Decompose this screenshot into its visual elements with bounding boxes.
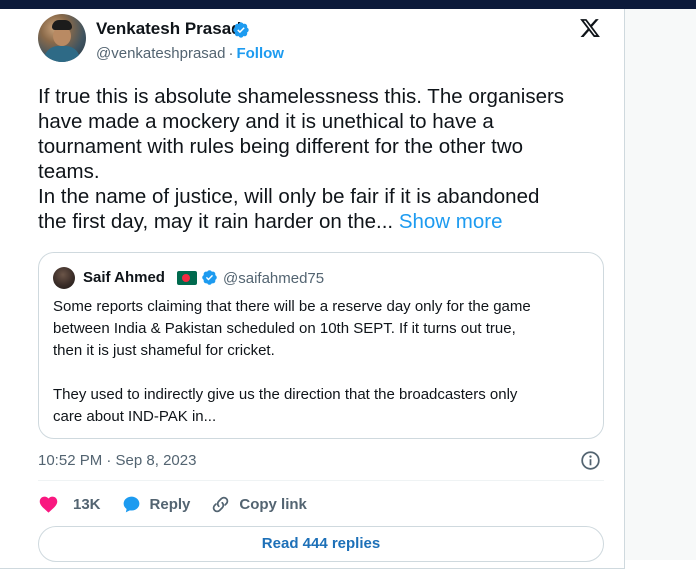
- follow-button[interactable]: Follow: [236, 45, 284, 62]
- read-replies-button[interactable]: Read 444 replies: [38, 526, 604, 562]
- like-button[interactable]: 13K: [38, 494, 101, 515]
- verified-badge-icon: [233, 22, 249, 38]
- avatar-hair: [52, 20, 72, 30]
- quoted-verified-badge-icon: [202, 270, 217, 285]
- show-more-link[interactable]: Show more: [399, 210, 503, 233]
- window-top-bar: [0, 0, 696, 9]
- quoted-author-handle: @saifahmed75: [223, 270, 325, 287]
- flag-disc: [182, 274, 190, 282]
- x-logo-icon[interactable]: [578, 17, 602, 39]
- info-icon[interactable]: [580, 450, 601, 471]
- actions-divider: [38, 480, 604, 481]
- quoted-tweet[interactable]: Saif Ahmed @saifahmed75 Some reports cla…: [38, 252, 604, 439]
- tweet-timestamp[interactable]: 10:52 PM · Sep 8, 2023: [38, 452, 196, 469]
- reply-button[interactable]: Reply: [121, 494, 191, 515]
- copy-link-label: Copy link: [239, 495, 307, 513]
- bangladesh-flag-icon: [177, 271, 197, 285]
- heart-icon: [39, 496, 58, 513]
- page-background-strip: [625, 9, 696, 560]
- like-count: 13K: [73, 495, 101, 513]
- author-handle-row: @venkateshprasad · Follow: [96, 45, 284, 62]
- author-handle[interactable]: @venkateshprasad: [96, 45, 225, 62]
- quoted-tweet-text: Some reports claiming that there will be…: [53, 298, 531, 425]
- reply-label: Reply: [149, 495, 191, 513]
- author-name[interactable]: Venkatesh Prasad: [96, 19, 242, 39]
- quoted-author-name: Saif Ahmed: [83, 269, 165, 286]
- tweet-body: If true this is absolute shamelessness t…: [38, 84, 604, 234]
- handle-separator: ·: [228, 45, 234, 62]
- tweet-actions: 13K Reply Copy link: [38, 492, 327, 516]
- avatar-shirt: [44, 46, 80, 62]
- reply-bubble-icon: [123, 496, 139, 512]
- author-avatar[interactable]: [38, 14, 86, 62]
- quoted-author-avatar[interactable]: [53, 267, 75, 289]
- link-icon: [213, 496, 229, 512]
- copy-link-button[interactable]: Copy link: [210, 494, 307, 515]
